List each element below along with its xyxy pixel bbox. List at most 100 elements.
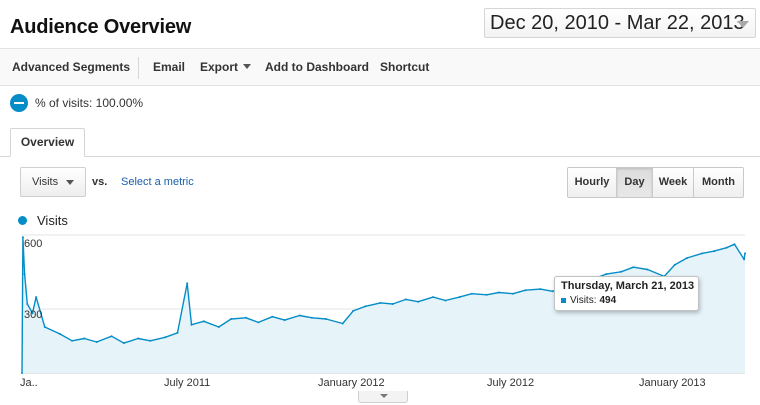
data-point[interactable] (21, 236, 24, 239)
caret-down-icon (243, 64, 252, 69)
data-point[interactable] (524, 289, 527, 292)
x-tick-label: Ja.. (20, 377, 38, 389)
data-point[interactable] (646, 268, 649, 271)
data-point[interactable] (744, 252, 746, 255)
chevron-down-icon (380, 394, 388, 398)
shortcut-button[interactable]: Shortcut (380, 60, 429, 74)
data-point[interactable] (21, 372, 23, 374)
data-point[interactable] (444, 299, 447, 302)
data-point[interactable] (310, 316, 313, 319)
data-point[interactable] (632, 266, 635, 269)
data-point[interactable] (539, 288, 542, 291)
data-point[interactable] (31, 312, 34, 315)
data-point[interactable] (58, 332, 61, 335)
data-point[interactable] (110, 335, 113, 338)
data-point[interactable] (485, 293, 488, 296)
metric-select-value: Visits (32, 176, 59, 188)
series-swatch-icon (561, 298, 566, 303)
data-point[interactable] (341, 322, 344, 325)
data-point-tooltip: Thursday, March 21, 2013 Visits: 494 (554, 276, 699, 311)
data-point[interactable] (512, 292, 515, 295)
data-point[interactable] (176, 331, 179, 334)
data-point[interactable] (257, 321, 260, 324)
data-point[interactable] (298, 314, 301, 317)
data-point[interactable] (190, 323, 193, 326)
date-range-picker[interactable]: Dec 20, 2010 - Mar 22, 2013 (484, 8, 756, 38)
data-point[interactable] (404, 298, 407, 301)
granularity-toggle: Hourly Day Week Month (567, 167, 744, 198)
data-point[interactable] (498, 291, 500, 294)
advanced-segments-button[interactable]: Advanced Segments (12, 60, 130, 74)
data-point[interactable] (71, 339, 74, 342)
add-to-dashboard-button[interactable]: Add to Dashboard (265, 60, 369, 74)
data-point[interactable] (137, 337, 139, 340)
tooltip-row: Visits: 494 (561, 295, 692, 306)
data-point[interactable] (379, 301, 382, 304)
data-point[interactable] (458, 296, 461, 299)
data-point[interactable] (23, 273, 26, 276)
data-point[interactable] (283, 319, 286, 322)
tooltip-value: 494 (599, 295, 617, 306)
data-point[interactable] (26, 303, 29, 305)
caret-down-icon (66, 180, 74, 185)
data-point[interactable] (725, 246, 728, 249)
y-tick-label: 600 (24, 238, 42, 250)
data-point[interactable] (245, 316, 247, 319)
data-point[interactable] (352, 309, 355, 312)
data-point[interactable] (149, 339, 152, 342)
data-point[interactable] (325, 318, 327, 320)
data-point[interactable] (95, 341, 98, 343)
data-point[interactable] (713, 250, 716, 253)
data-point[interactable] (122, 342, 125, 345)
x-tick-label: January 2012 (318, 377, 385, 389)
data-point[interactable] (432, 296, 435, 299)
chart-collapse-handle[interactable] (358, 391, 408, 403)
tooltip-date: Thursday, March 21, 2013 (561, 280, 695, 292)
data-point[interactable] (83, 337, 86, 340)
series-color-dot (18, 216, 27, 225)
data-point[interactable] (202, 320, 205, 323)
data-point[interactable] (417, 300, 420, 303)
hourly-button[interactable]: Hourly (568, 168, 617, 197)
data-point[interactable] (43, 326, 46, 328)
segment-indicator: % of visits: 100.00% (10, 93, 143, 113)
select-metric-link[interactable]: Select a metric (121, 176, 194, 188)
vs-label: vs. (92, 176, 108, 188)
data-point[interactable] (217, 326, 220, 328)
export-label: Export (200, 60, 239, 74)
x-tick-label: July 2012 (487, 377, 534, 389)
data-point[interactable] (364, 305, 367, 308)
toolbar-divider (138, 57, 139, 79)
x-tick-label: July 2011 (164, 377, 210, 389)
data-point[interactable] (686, 257, 688, 259)
data-point[interactable] (733, 243, 736, 246)
data-point[interactable] (470, 292, 473, 295)
data-point[interactable] (164, 336, 167, 339)
data-point[interactable] (186, 282, 189, 285)
tab-bar-border (0, 156, 760, 157)
x-tick-label: January 2013 (639, 377, 706, 389)
segment-toggle-icon[interactable] (10, 94, 28, 112)
data-point[interactable] (605, 273, 608, 276)
export-menu-button[interactable]: Export (200, 60, 252, 74)
chevron-down-icon[interactable] (737, 21, 749, 28)
email-button[interactable]: Email (153, 60, 185, 74)
data-point[interactable] (391, 303, 394, 305)
data-point[interactable] (701, 252, 703, 255)
metric-select[interactable]: Visits (20, 167, 86, 197)
data-point[interactable] (271, 315, 274, 318)
segment-label: % of visits: 100.00% (35, 96, 144, 110)
day-button[interactable]: Day (617, 168, 653, 197)
data-point[interactable] (743, 258, 746, 261)
visits-line-chart[interactable]: 600 300 Ja.. July 2011 January 2012 July… (0, 226, 760, 396)
week-button[interactable]: Week (653, 168, 694, 197)
report-toolbar: Advanced Segments Email Export Add to Da… (0, 48, 760, 86)
data-point[interactable] (673, 263, 676, 266)
data-point[interactable] (35, 296, 38, 299)
data-point[interactable] (620, 270, 623, 273)
tooltip-metric-label: Visits: (570, 295, 597, 306)
data-point[interactable] (230, 318, 233, 320)
month-button[interactable]: Month (694, 168, 743, 197)
y-tick-label: 300 (24, 309, 42, 321)
tab-overview[interactable]: Overview (10, 128, 85, 157)
